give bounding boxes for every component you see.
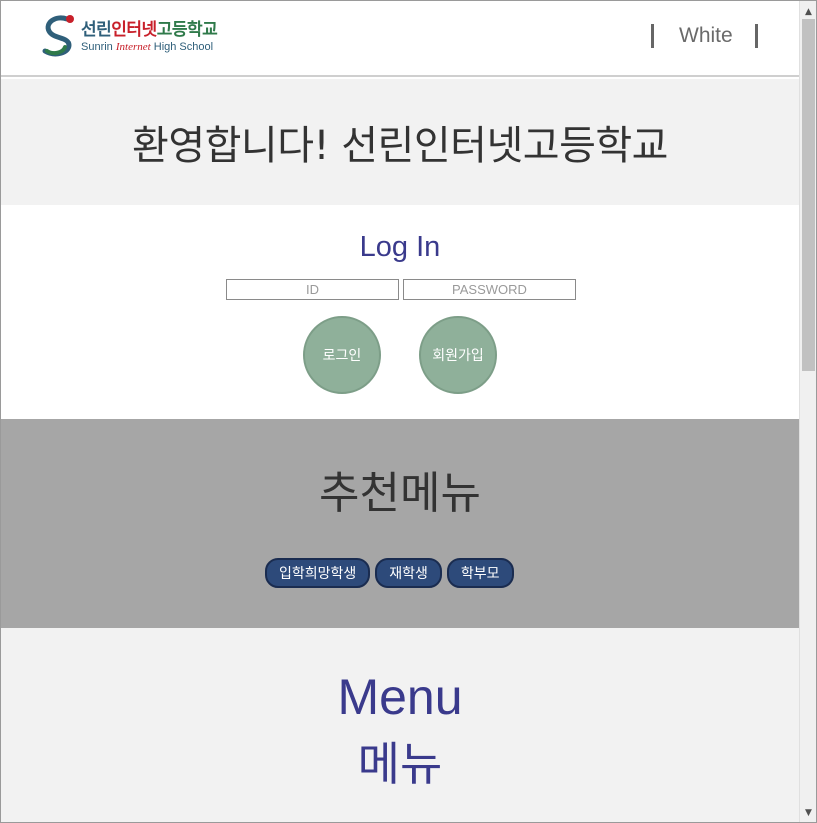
current-students-button[interactable]: 재학생 <box>375 558 442 588</box>
logo-korean-part: 고등학교 <box>156 20 218 40</box>
parents-button[interactable]: 학부모 <box>446 558 514 588</box>
menu-section: Menu 메뉴 <box>1 628 799 822</box>
login-button[interactable]: 로그인 <box>303 316 381 394</box>
school-logo[interactable]: 선린인터넷고등학교 Sunrin Internet High School <box>39 13 229 59</box>
logo-english-part: Sunrin <box>81 41 116 53</box>
vertical-scrollbar[interactable]: ▲ ▼ <box>799 1 816 822</box>
logo-korean-part: 선린 <box>81 20 112 40</box>
recommend-title: 추천메뉴 <box>319 468 481 519</box>
logo-english-text: Sunrin Internet High School <box>81 41 213 53</box>
password-input[interactable] <box>403 279 576 300</box>
logo-english-part: High School <box>150 41 214 53</box>
scroll-thumb[interactable] <box>802 19 815 371</box>
welcome-section: 환영합니다! 선린인터넷고등학교 <box>1 79 799 205</box>
site-header: 선린인터넷고등학교 Sunrin Internet High School Wh… <box>1 1 799 77</box>
scroll-up-arrow-icon[interactable]: ▲ <box>800 3 816 20</box>
theme-white-link[interactable]: White <box>654 24 755 48</box>
sunrin-logo-icon <box>42 15 74 57</box>
signup-button[interactable]: 회원가입 <box>419 316 497 394</box>
menu-title: Menu <box>337 669 463 725</box>
page-frame: 선린인터넷고등학교 Sunrin Internet High School Wh… <box>0 0 817 823</box>
id-input[interactable] <box>226 279 399 300</box>
login-section: Log In 로그인 회원가입 <box>1 205 799 419</box>
recommend-section: 추천메뉴 입학희망학생 재학생 학부모 <box>1 419 799 628</box>
logo-korean-text: 선린인터넷고등학교 <box>81 15 218 40</box>
login-title: Log In <box>359 231 441 263</box>
logo-korean-part: 인터넷 <box>111 20 157 40</box>
scroll-down-arrow-icon[interactable]: ▼ <box>800 804 816 821</box>
recommend-button-row: 입학희망학생 재학생 학부모 <box>265 558 514 588</box>
menu-subtitle: 메뉴 <box>357 737 443 791</box>
theme-nav: White <box>651 23 758 49</box>
logo-english-part: Internet <box>115 41 151 53</box>
prospective-students-button[interactable]: 입학희망학생 <box>265 558 371 588</box>
nav-divider <box>754 24 758 48</box>
welcome-title: 환영합니다! 선린인터넷고등학교 <box>132 123 668 169</box>
